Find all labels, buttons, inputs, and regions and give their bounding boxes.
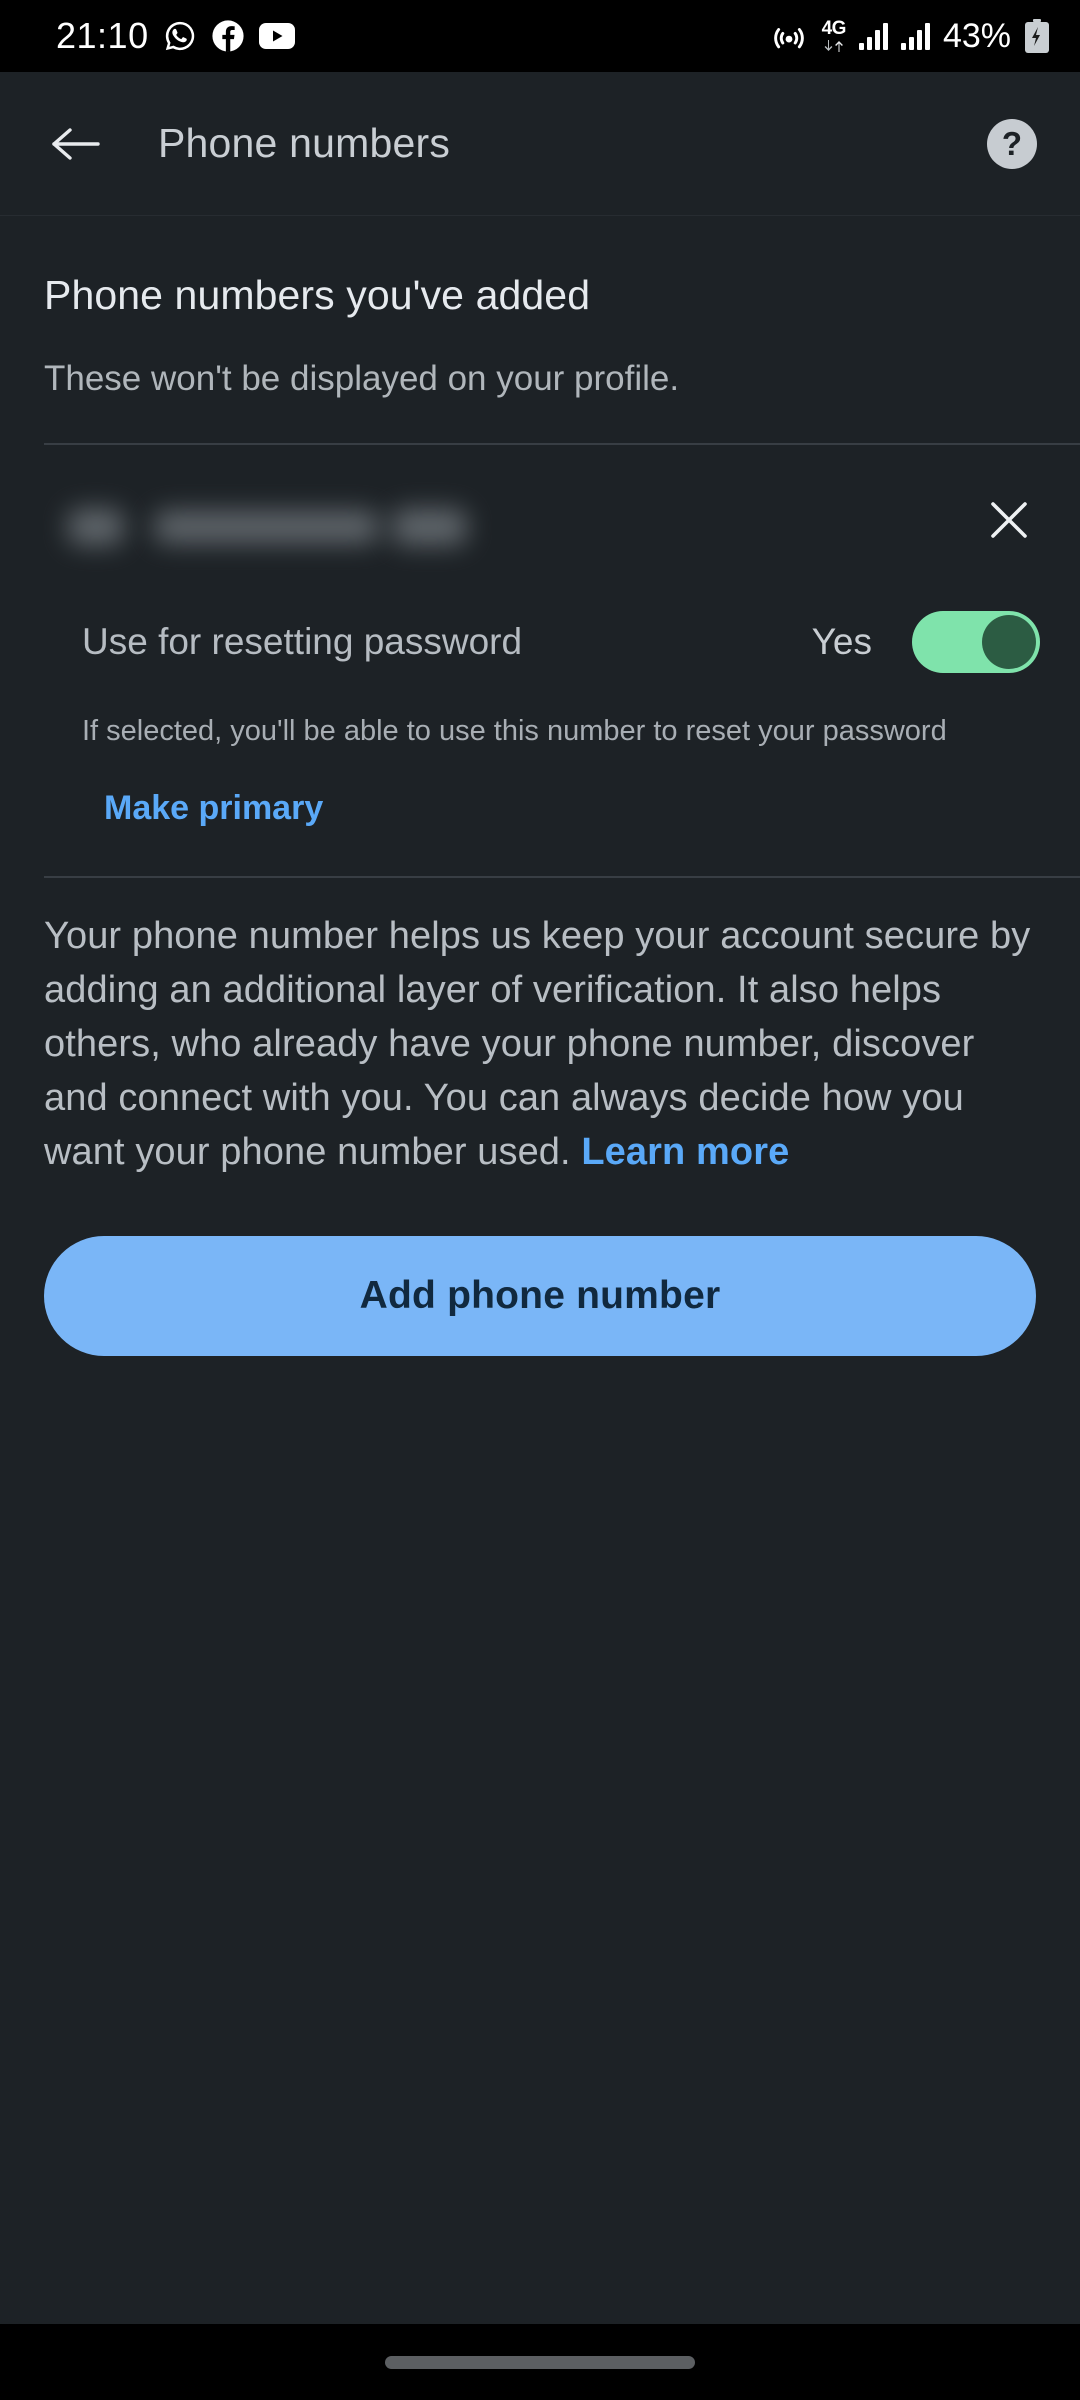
reset-password-helper-text: If selected, you'll be able to use this … [82, 715, 947, 747]
page-title: Phone numbers [158, 120, 451, 166]
phone-number-description: Your phone number helps us keep your acc… [0, 878, 1080, 1180]
status-time: 21:10 [56, 15, 149, 56]
help-icon: ? [987, 118, 1037, 169]
make-primary-link[interactable]: Make primary [0, 751, 323, 828]
signal-strength-icon-2 [900, 22, 930, 50]
learn-more-link[interactable]: Learn more [581, 1131, 789, 1173]
battery-charging-icon [1024, 19, 1050, 53]
signal-strength-icon-1 [858, 22, 888, 50]
whatsapp-icon [163, 19, 197, 53]
reset-password-label: Use for resetting password [82, 621, 523, 662]
status-bar-left: 21:10 [56, 15, 295, 57]
data-arrows-icon [823, 39, 845, 53]
make-primary-wrap: Make primary [0, 751, 1080, 876]
app-bar: Phone numbers ? [0, 72, 1080, 216]
battery-percentage: 43% [942, 16, 1011, 55]
facebook-icon [211, 19, 245, 53]
youtube-icon [258, 23, 295, 49]
hotspot-icon [769, 19, 809, 53]
section-heading: Phone numbers you've added [44, 272, 591, 318]
phone-number-redacted [44, 499, 644, 555]
status-bar-right: 4G 43% [769, 17, 1050, 56]
network-type-label: 4G [821, 18, 847, 39]
add-phone-number-wrap: Add phone number [0, 1180, 1080, 1356]
status-bar: 21:10 4G 43% [0, 0, 1080, 72]
gesture-home-pill[interactable] [385, 2355, 695, 2369]
reset-password-toggle-row[interactable]: Use for resetting password Yes [0, 555, 1080, 673]
close-icon [991, 502, 1027, 538]
back-button[interactable] [44, 112, 108, 176]
section-subheading: These won't be displayed on your profile… [44, 359, 680, 398]
reset-password-switch[interactable] [912, 611, 1040, 673]
system-navigation-bar [0, 2324, 1080, 2400]
network-type-indicator: 4G [822, 19, 846, 53]
back-arrow-icon [52, 127, 100, 160]
switch-knob [982, 615, 1036, 669]
reset-password-value: Yes [811, 621, 872, 662]
remove-number-button[interactable] [978, 489, 1040, 551]
description-text: Your phone number helps us keep your acc… [44, 915, 1031, 1173]
add-phone-number-button[interactable]: Add phone number [44, 1235, 1036, 1356]
help-button[interactable]: ? [984, 116, 1040, 172]
phone-number-row [0, 445, 1080, 555]
main-content: Phone numbers you've added These won't b… [0, 216, 1080, 2324]
phone-screen: 21:10 4G 43% Phone numbers ? Phone numbe… [0, 0, 1080, 2400]
